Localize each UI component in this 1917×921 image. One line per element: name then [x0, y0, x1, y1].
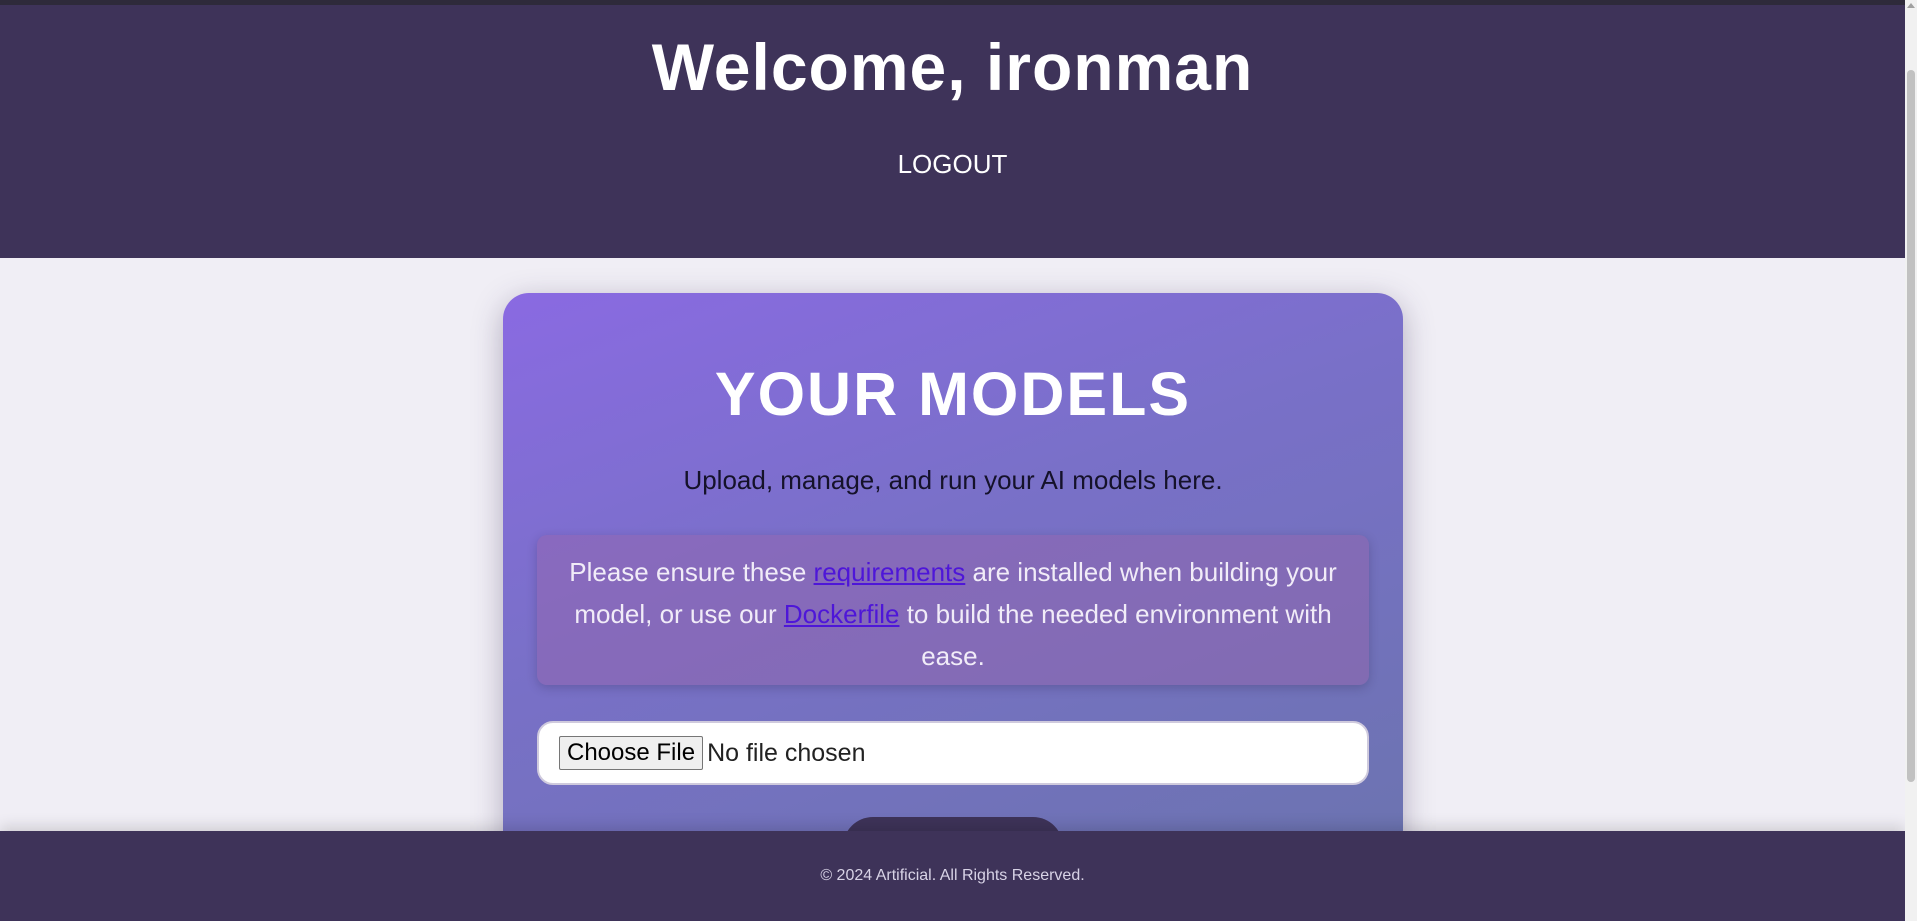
scroll-up-arrow-icon[interactable]	[1907, 3, 1915, 8]
models-card: YOUR MODELS Upload, manage, and run your…	[503, 293, 1403, 831]
models-title: YOUR MODELS	[714, 360, 1192, 428]
notice-text-3: to build the needed environment with eas…	[899, 599, 1332, 671]
models-subtitle: Upload, manage, and run your AI models h…	[683, 465, 1223, 495]
page-scrollbar[interactable]	[1905, 0, 1917, 921]
requirements-notice: Please ensure these requirements are ins…	[537, 535, 1369, 685]
choose-file-button[interactable]: Choose File	[559, 736, 704, 770]
model-file-input[interactable]: Choose File No file chosen	[537, 721, 1369, 785]
site-footer: © 2024 Artificial. All Rights Reserved.	[0, 831, 1905, 921]
copyright-text: © 2024 Artificial. All Rights Reserved.	[820, 867, 1085, 884]
dockerfile-link[interactable]: Dockerfile	[784, 599, 900, 629]
upload-button[interactable]	[843, 817, 1063, 831]
main-content: YOUR MODELS Upload, manage, and run your…	[0, 258, 1905, 831]
scroll-thumb[interactable]	[1907, 70, 1915, 782]
welcome-heading: Welcome, ironman	[651, 30, 1254, 104]
file-status: No file chosen	[707, 738, 866, 767]
notice-text-1: Please ensure these	[569, 557, 814, 587]
site-header: Welcome, ironman LOGOUT	[0, 5, 1905, 258]
logout-link[interactable]: LOGOUT	[898, 149, 1008, 179]
requirements-link[interactable]: requirements	[814, 557, 966, 587]
